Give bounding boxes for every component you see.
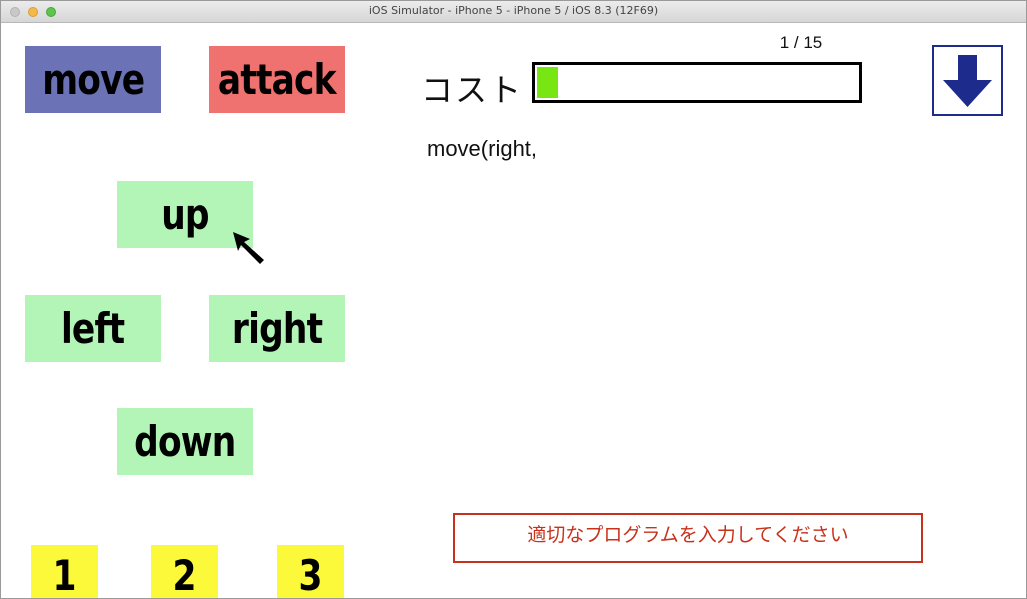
cost-counter: 1 / 15 (779, 33, 823, 52)
window-title: iOS Simulator - iPhone 5 - iPhone 5 / iO… (368, 4, 659, 17)
down-direction-label: down (134, 417, 236, 466)
right-direction-button[interactable]: right (209, 295, 345, 362)
game-screen: move attack up left right down 1 2 3 コスト… (1, 23, 1026, 598)
program-text: move(right, (427, 136, 538, 161)
error-message-box: 適切なプログラムを入力してください (453, 513, 923, 563)
error-message-text: 適切なプログラムを入力してください (527, 524, 849, 546)
down-direction-button[interactable]: down (117, 408, 253, 475)
number-3-label: 3 (298, 551, 323, 599)
simulator-window: iOS Simulator - iPhone 5 - iPhone 5 / iO… (0, 0, 1027, 599)
mouse-pointer-icon (233, 232, 264, 264)
number-2-label: 2 (172, 551, 197, 599)
number-1-button[interactable]: 1 (31, 545, 98, 599)
attack-command-button[interactable]: attack (209, 46, 345, 113)
left-direction-button[interactable]: left (25, 295, 161, 362)
move-command-label: move (41, 55, 145, 104)
move-command-button[interactable]: move (25, 46, 161, 113)
cost-progress-bar (532, 62, 862, 103)
attack-command-label: attack (218, 55, 337, 104)
cost-progress-fill (537, 67, 558, 98)
number-3-button[interactable]: 3 (277, 545, 344, 599)
left-direction-label: left (61, 304, 125, 353)
up-direction-label: up (161, 190, 209, 239)
right-direction-label: right (231, 304, 323, 353)
cost-label: コスト (421, 71, 524, 109)
window-titlebar: iOS Simulator - iPhone 5 - iPhone 5 / iO… (1, 1, 1026, 23)
down-arrow-button[interactable] (932, 45, 1003, 116)
number-1-label: 1 (52, 551, 77, 599)
arrow-down-icon (943, 55, 992, 107)
number-2-button[interactable]: 2 (151, 545, 218, 599)
